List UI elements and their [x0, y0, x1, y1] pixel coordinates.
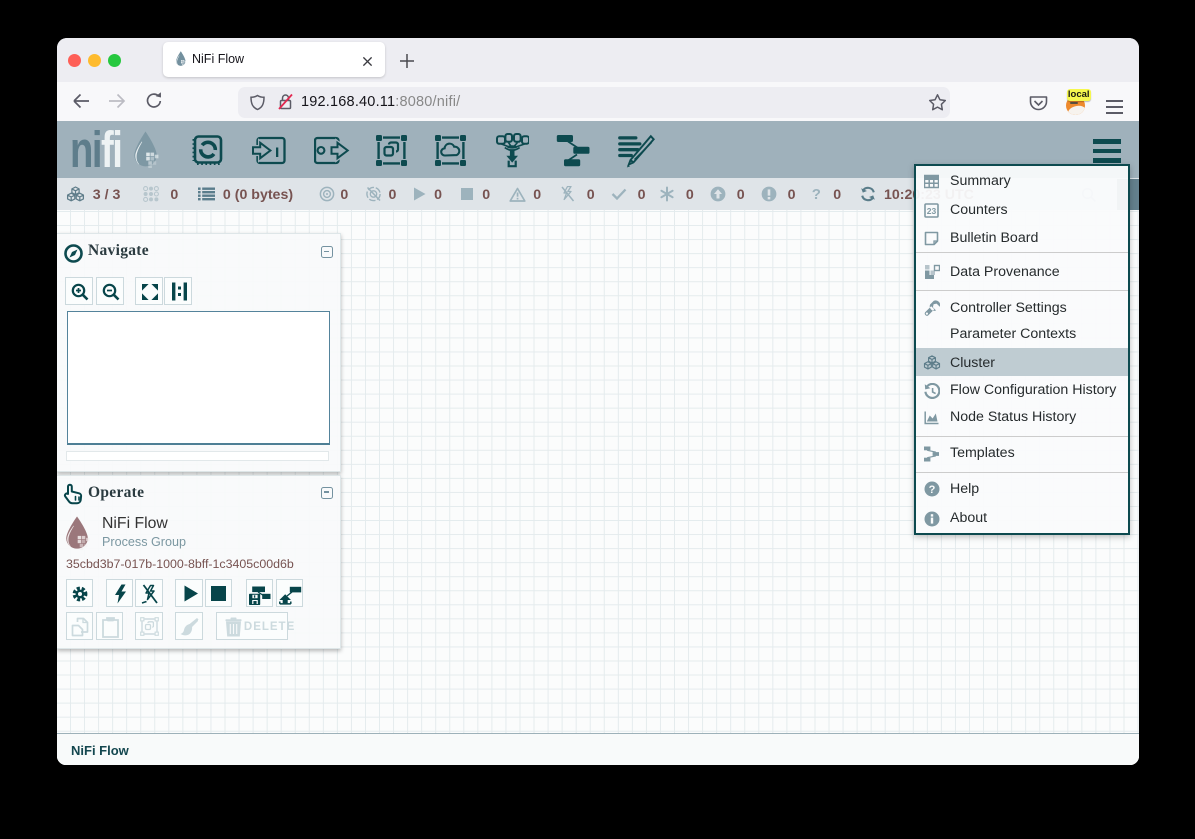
svg-text:?: ?	[928, 484, 935, 496]
svg-text:23: 23	[926, 206, 936, 216]
